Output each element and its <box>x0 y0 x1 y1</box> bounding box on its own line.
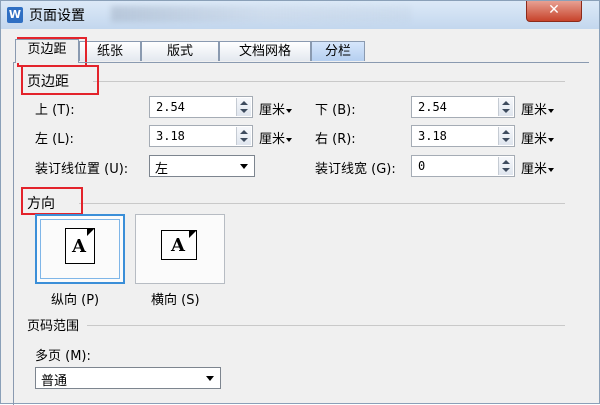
caret-down-icon <box>548 167 555 172</box>
gutter-width-spinner[interactable] <box>498 157 513 175</box>
right-margin-input[interactable]: 3.18 <box>411 125 515 147</box>
page-fold <box>87 228 95 236</box>
arrow-up-icon[interactable] <box>240 101 248 105</box>
gutter-width-label: 装订线宽 (G): <box>315 162 396 177</box>
tab-layout[interactable]: 版式 <box>141 41 219 61</box>
caret-down-icon <box>286 137 293 142</box>
unit-label: 厘米 <box>259 132 286 147</box>
gutter-position-select[interactable]: 左 <box>149 155 255 177</box>
page-fold <box>189 230 197 238</box>
margins-group-divider <box>93 81 565 82</box>
gutter-width-value: 0 <box>418 159 426 173</box>
tab-margins[interactable]: 页边距 <box>15 39 79 63</box>
arrow-down-icon[interactable] <box>240 109 248 113</box>
top-margin-label: 上 (T): <box>35 103 75 118</box>
top-margin-input[interactable]: 2.54 <box>149 96 253 118</box>
title-bar[interactable]: W 页面设置 ✕ <box>1 1 599 29</box>
right-margin-unit[interactable]: 厘米 <box>521 128 555 147</box>
page-glyph: A <box>72 236 86 257</box>
multiple-pages-select[interactable]: 普通 <box>35 367 221 389</box>
arrow-down-icon[interactable] <box>502 168 510 172</box>
landscape-page-icon: A <box>161 230 197 260</box>
multiple-pages-value: 普通 <box>41 374 68 389</box>
chevron-down-icon <box>240 164 248 169</box>
caret-down-icon <box>548 137 555 142</box>
gutter-width-unit[interactable]: 厘米 <box>521 158 555 177</box>
blurred-title-area <box>111 6 411 22</box>
portrait-page-icon: A <box>65 228 95 264</box>
top-margin-spinner[interactable] <box>236 98 251 116</box>
unit-label: 厘米 <box>521 132 548 147</box>
portrait-button[interactable]: A <box>35 214 125 284</box>
arrow-down-icon[interactable] <box>502 138 510 142</box>
right-margin-label: 右 (R): <box>315 132 356 147</box>
chevron-down-icon <box>206 376 214 381</box>
unit-label: 厘米 <box>521 103 548 118</box>
orientation-group-divider <box>79 203 565 204</box>
landscape-button[interactable]: A <box>135 214 225 284</box>
bottom-margin-value: 2.54 <box>418 100 447 114</box>
bottom-margin-unit[interactable]: 厘米 <box>521 99 555 118</box>
arrow-up-icon[interactable] <box>502 160 510 164</box>
page-range-group-divider <box>87 325 565 326</box>
arrow-up-icon[interactable] <box>502 130 510 134</box>
page-setup-dialog: W 页面设置 ✕ 页边距 纸张 版式 文档网格 分栏 页边距 上 (T): 2.… <box>0 0 600 405</box>
bottom-margin-input[interactable]: 2.54 <box>411 96 515 118</box>
unit-label: 厘米 <box>521 162 548 177</box>
tab-columns[interactable]: 分栏 <box>311 41 365 61</box>
right-margin-value: 3.18 <box>418 129 447 143</box>
left-margin-unit[interactable]: 厘米 <box>259 128 293 147</box>
arrow-up-icon[interactable] <box>240 130 248 134</box>
top-margin-unit[interactable]: 厘米 <box>259 99 293 118</box>
close-icon: ✕ <box>548 2 560 18</box>
left-margin-label: 左 (L): <box>35 132 74 147</box>
gutter-width-input[interactable]: 0 <box>411 155 515 177</box>
arrow-down-icon[interactable] <box>502 109 510 113</box>
arrow-up-icon[interactable] <box>502 101 510 105</box>
caret-down-icon <box>548 108 555 113</box>
gutter-position-value: 左 <box>155 162 169 177</box>
bottom-margin-spinner[interactable] <box>498 98 513 116</box>
unit-label: 厘米 <box>259 103 286 118</box>
portrait-label: 纵向 (P) <box>51 293 100 308</box>
arrow-down-icon[interactable] <box>240 138 248 142</box>
wps-writer-icon: W <box>7 7 23 23</box>
tab-document-grid[interactable]: 文档网格 <box>219 41 311 61</box>
page-glyph: A <box>171 235 185 256</box>
orientation-highlight-box <box>21 187 83 215</box>
margins-highlight-box <box>21 65 99 95</box>
bottom-margin-label: 下 (B): <box>315 103 356 118</box>
left-margin-value: 3.18 <box>156 129 185 143</box>
caret-down-icon <box>286 108 293 113</box>
top-margin-value: 2.54 <box>156 100 185 114</box>
left-margin-input[interactable]: 3.18 <box>149 125 253 147</box>
gutter-position-label: 装订线位置 (U): <box>35 162 129 177</box>
left-margin-spinner[interactable] <box>236 127 251 145</box>
right-margin-spinner[interactable] <box>498 127 513 145</box>
tab-paper[interactable]: 纸张 <box>79 41 141 61</box>
multiple-pages-label: 多页 (M): <box>35 349 91 364</box>
landscape-label: 横向 (S) <box>151 293 200 308</box>
close-button[interactable]: ✕ <box>526 1 582 22</box>
page-range-group-label: 页码范围 <box>27 319 80 334</box>
window-title: 页面设置 <box>29 8 85 24</box>
